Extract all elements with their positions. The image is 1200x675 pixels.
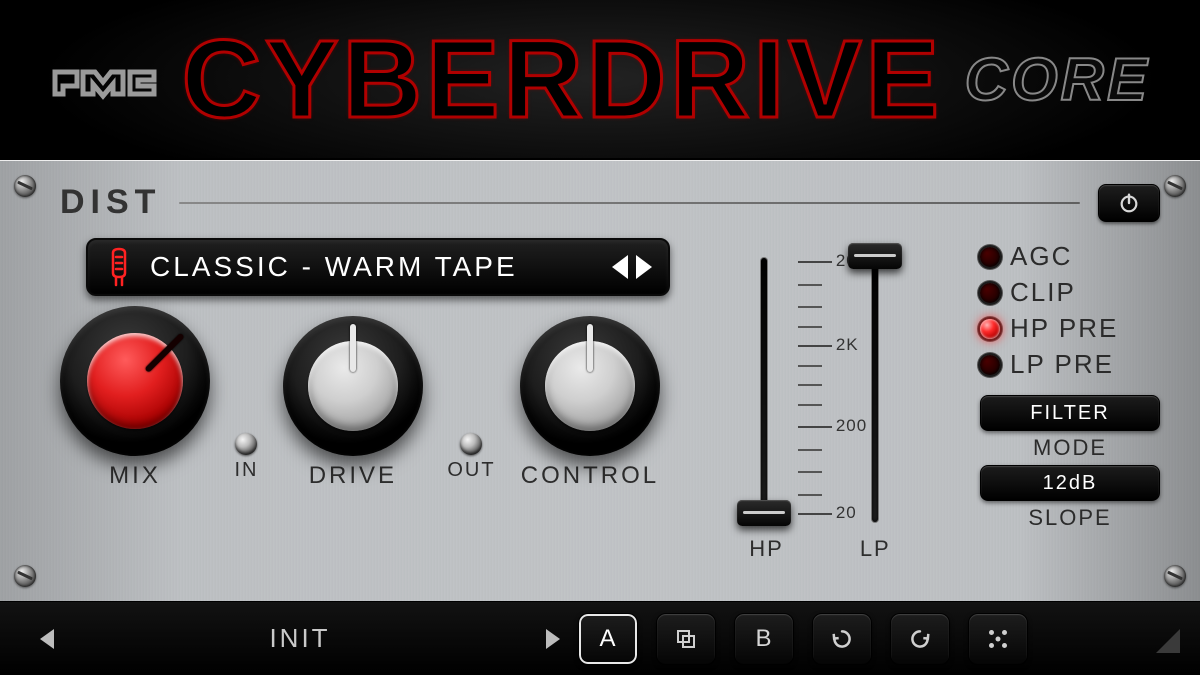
agc-label: AGC	[1010, 241, 1072, 272]
undo-icon	[829, 626, 855, 652]
agc-toggle[interactable]: AGC	[980, 241, 1160, 272]
section-header: DIST	[60, 183, 1160, 222]
footer: INIT A B	[0, 601, 1200, 675]
lp-pre-led	[980, 355, 1000, 375]
slope-selector[interactable]: 12dB	[980, 465, 1160, 501]
clip-toggle[interactable]: CLIP	[980, 277, 1160, 308]
in-meter-led	[235, 433, 257, 455]
control-label: CONTROL	[521, 462, 659, 490]
undo-button[interactable]	[812, 613, 872, 665]
power-button[interactable]	[1098, 184, 1160, 222]
ab-a-button[interactable]: A	[578, 613, 638, 665]
mode-selector[interactable]: FILTER	[980, 395, 1160, 431]
preset-name[interactable]: INIT	[54, 623, 546, 654]
control-knob[interactable]	[520, 316, 660, 456]
drive-label: DRIVE	[309, 462, 397, 490]
out-meter-led	[460, 433, 482, 455]
tube-icon	[104, 247, 134, 287]
drive-knob[interactable]	[283, 316, 423, 456]
model-selector[interactable]: CLASSIC - WARM TAPE	[86, 238, 670, 296]
redo-icon	[907, 626, 933, 652]
preset-prev-button[interactable]	[40, 629, 54, 649]
screw-icon	[1164, 565, 1186, 587]
hp-label: HP	[749, 536, 784, 562]
screw-icon	[1164, 175, 1186, 197]
scale-2k: 2K	[836, 335, 859, 355]
hp-pre-led	[980, 319, 1000, 339]
plugin-title: CYBERDRIVE	[182, 16, 943, 143]
clip-led	[980, 283, 1000, 303]
screw-icon	[14, 175, 36, 197]
clip-label: CLIP	[1010, 277, 1076, 308]
preset-browser: INIT	[40, 623, 560, 654]
redo-button[interactable]	[890, 613, 950, 665]
copy-icon	[674, 627, 698, 651]
agc-led	[980, 247, 1000, 267]
mix-label: MIX	[109, 462, 161, 490]
section-title: DIST	[60, 183, 161, 222]
model-prev-button[interactable]	[612, 255, 628, 279]
ab-copy-button[interactable]	[656, 613, 716, 665]
out-label: OUT	[447, 459, 495, 482]
header: CYBERDRIVE CORE	[0, 0, 1200, 160]
hp-pre-label: HP PRE	[1010, 313, 1118, 344]
main-panel: DIST	[0, 160, 1200, 601]
options-column: AGC CLIP HP PRE LP PRE FILTER MODE 12dB	[970, 230, 1160, 568]
hp-slider[interactable]	[749, 250, 779, 530]
ab-b-button[interactable]: B	[734, 613, 794, 665]
brand-logo	[50, 54, 160, 104]
hp-pre-toggle[interactable]: HP PRE	[980, 313, 1160, 344]
plugin-edition: CORE	[965, 45, 1150, 114]
dice-icon	[985, 626, 1011, 652]
slope-label: SLOPE	[980, 505, 1160, 531]
divider	[179, 202, 1080, 204]
mix-knob[interactable]	[60, 306, 210, 456]
plugin-window: CYBERDRIVE CORE DIST	[0, 0, 1200, 675]
lp-label: LP	[860, 536, 891, 562]
freq-scale: 20K 2K 200 20	[792, 250, 852, 530]
power-icon	[1118, 192, 1140, 214]
mode-label: MODE	[980, 435, 1160, 461]
jmg-logo-icon	[50, 54, 160, 104]
lp-pre-label: LP PRE	[1010, 349, 1114, 380]
preset-next-button[interactable]	[546, 629, 560, 649]
model-name: CLASSIC - WARM TAPE	[150, 251, 596, 283]
lp-pre-toggle[interactable]: LP PRE	[980, 349, 1160, 380]
lp-slider[interactable]	[860, 250, 890, 530]
in-label: IN	[234, 459, 258, 482]
model-next-button[interactable]	[636, 255, 652, 279]
screw-icon	[14, 565, 36, 587]
resize-handle[interactable]	[1152, 625, 1180, 653]
scale-20: 20	[836, 503, 857, 523]
randomize-button[interactable]	[968, 613, 1028, 665]
